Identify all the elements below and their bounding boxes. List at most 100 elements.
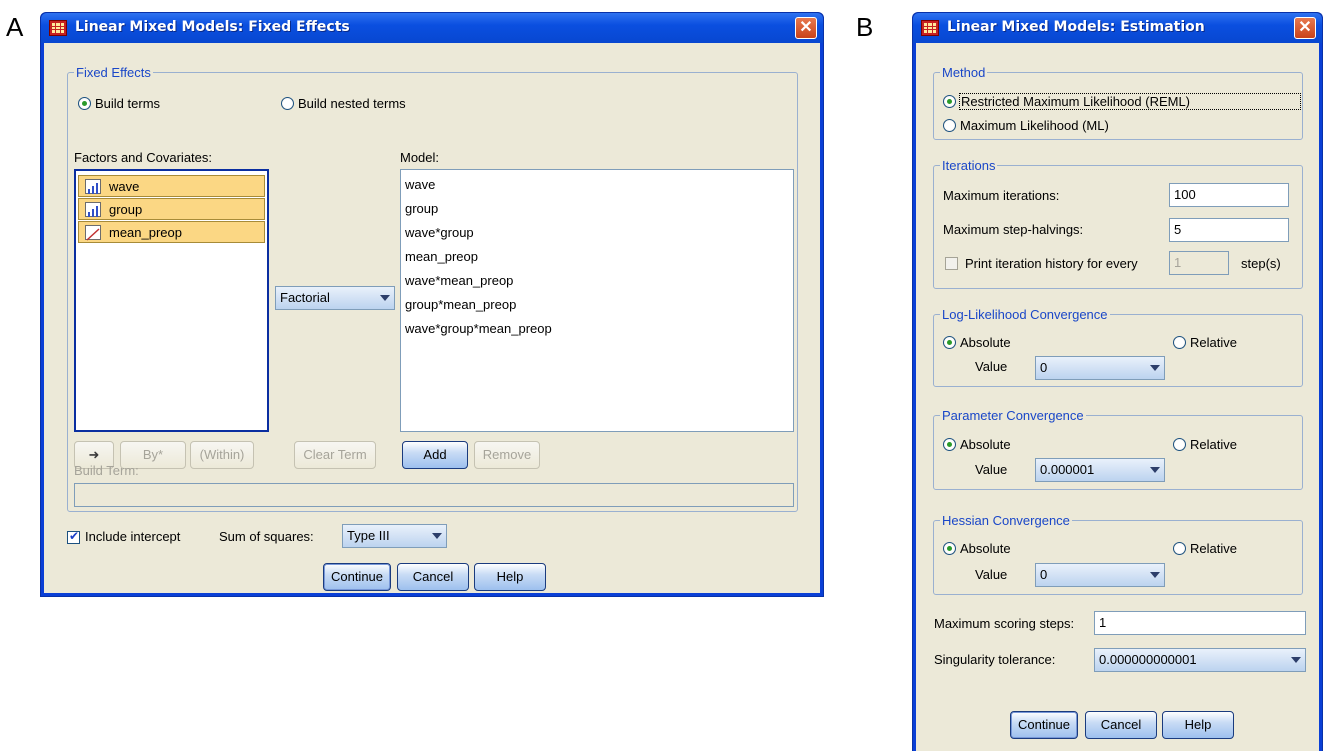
param-relative-label: Relative bbox=[1190, 437, 1237, 452]
hessian-absolute-radio[interactable] bbox=[943, 542, 956, 555]
steps-label: step(s) bbox=[1241, 256, 1281, 271]
chevron-down-icon bbox=[432, 533, 442, 539]
remove-button[interactable]: Remove bbox=[474, 441, 540, 469]
loglik-value: 0 bbox=[1040, 360, 1048, 375]
estimation-titlebar[interactable]: Linear Mixed Models: Estimation ✕ bbox=[913, 13, 1322, 43]
loglik-relative-radio[interactable] bbox=[1173, 336, 1186, 349]
param-value-combo[interactable]: 0.000001 bbox=[1035, 458, 1165, 482]
param-absolute-radio[interactable] bbox=[943, 438, 956, 451]
list-item[interactable]: mean_preop bbox=[405, 249, 478, 265]
list-item[interactable]: wave bbox=[405, 177, 435, 193]
chevron-down-icon bbox=[1150, 365, 1160, 371]
close-button[interactable]: ✕ bbox=[795, 17, 817, 39]
singularity-tolerance-combo[interactable]: 0.000000000001 bbox=[1094, 648, 1306, 672]
singularity-tolerance-value: 0.000000000001 bbox=[1099, 652, 1197, 667]
max-scoring-steps-label: Maximum scoring steps: bbox=[934, 616, 1075, 631]
hessian-absolute-label: Absolute bbox=[960, 541, 1011, 556]
chevron-down-icon bbox=[1150, 467, 1160, 473]
panel-label-b: B bbox=[856, 12, 874, 42]
ordinal-variable-icon bbox=[85, 202, 101, 217]
loglik-value-combo[interactable]: 0 bbox=[1035, 356, 1165, 380]
iterations-legend: Iterations bbox=[940, 158, 998, 173]
close-icon: ✕ bbox=[799, 19, 813, 36]
param-relative-radio[interactable] bbox=[1173, 438, 1186, 451]
ml-radio[interactable] bbox=[943, 119, 956, 132]
model-list[interactable]: wave group wave*group mean_preop wave*me… bbox=[400, 169, 794, 432]
loglik-legend: Log-Likelihood Convergence bbox=[940, 307, 1110, 322]
close-button[interactable]: ✕ bbox=[1294, 17, 1316, 39]
loglik-relative-label: Relative bbox=[1190, 335, 1237, 350]
fixed-effects-dialog: Linear Mixed Models: Fixed Effects ✕ Fix… bbox=[40, 12, 824, 597]
list-item[interactable]: wave*mean_preop bbox=[405, 273, 513, 289]
chevron-down-icon bbox=[1150, 572, 1160, 578]
clear-term-button[interactable]: Clear Term bbox=[294, 441, 376, 469]
chevron-down-icon bbox=[380, 295, 390, 301]
fixed-effects-titlebar[interactable]: Linear Mixed Models: Fixed Effects ✕ bbox=[41, 13, 823, 43]
window-title: Linear Mixed Models: Fixed Effects bbox=[75, 19, 350, 35]
help-button[interactable]: Help bbox=[1162, 711, 1234, 739]
spss-app-icon bbox=[921, 20, 939, 36]
scale-variable-icon bbox=[85, 225, 101, 241]
chevron-down-icon bbox=[1291, 657, 1301, 663]
print-history-checkbox[interactable] bbox=[945, 257, 958, 270]
list-item[interactable]: wave*group bbox=[405, 225, 474, 241]
close-icon: ✕ bbox=[1298, 19, 1312, 36]
param-value-label: Value bbox=[975, 462, 1008, 477]
continue-button[interactable]: Continue bbox=[323, 563, 391, 591]
add-button[interactable]: Add bbox=[402, 441, 468, 469]
max-scoring-steps-input[interactable]: 1 bbox=[1094, 611, 1306, 635]
ml-label: Maximum Likelihood (ML) bbox=[960, 118, 1109, 133]
sum-of-squares-label: Sum of squares: bbox=[219, 529, 314, 544]
build-term-input[interactable] bbox=[74, 483, 794, 507]
ordinal-variable-icon bbox=[85, 179, 101, 194]
reml-radio[interactable] bbox=[943, 95, 956, 108]
include-intercept-checkbox[interactable] bbox=[67, 529, 80, 544]
factorial-combo-value: Factorial bbox=[280, 290, 330, 305]
param-value: 0.000001 bbox=[1040, 462, 1095, 477]
max-step-halvings-label: Maximum step-halvings: bbox=[943, 222, 1084, 237]
sum-of-squares-value: Type III bbox=[347, 528, 390, 543]
factors-covariates-list[interactable]: wave group mean_preop bbox=[74, 169, 269, 432]
sum-of-squares-combo[interactable]: Type III bbox=[342, 524, 447, 548]
hessian-relative-label: Relative bbox=[1190, 541, 1237, 556]
reml-label: Restricted Maximum Likelihood (REML) bbox=[959, 93, 1301, 110]
loglik-absolute-label: Absolute bbox=[960, 335, 1011, 350]
hessian-legend: Hessian Convergence bbox=[940, 513, 1072, 528]
arrow-down-icon: ➜ bbox=[88, 447, 100, 462]
hessian-value: 0 bbox=[1040, 567, 1048, 582]
build-nested-terms-radio[interactable] bbox=[281, 97, 294, 110]
loglik-absolute-radio[interactable] bbox=[943, 336, 956, 349]
model-label: Model: bbox=[400, 150, 440, 165]
list-item[interactable]: wave*group*mean_preop bbox=[405, 321, 552, 337]
list-item[interactable]: mean_preop bbox=[78, 221, 265, 243]
dialog-body: Method Restricted Maximum Likelihood (RE… bbox=[916, 43, 1319, 751]
continue-button[interactable]: Continue bbox=[1010, 711, 1078, 739]
hessian-relative-radio[interactable] bbox=[1173, 542, 1186, 555]
factorial-combo[interactable]: Factorial bbox=[275, 286, 395, 310]
panel-label-a: A bbox=[6, 12, 24, 42]
singularity-tolerance-label: Singularity tolerance: bbox=[934, 652, 1056, 667]
build-terms-label: Build terms bbox=[95, 96, 161, 111]
estimation-dialog: Linear Mixed Models: Estimation ✕ Method… bbox=[912, 12, 1323, 751]
list-item[interactable]: group bbox=[78, 198, 265, 220]
parameter-legend: Parameter Convergence bbox=[940, 408, 1086, 423]
hessian-value-combo[interactable]: 0 bbox=[1035, 563, 1165, 587]
max-step-halvings-input[interactable]: 5 bbox=[1169, 218, 1289, 242]
build-term-label: Build Term: bbox=[74, 463, 139, 478]
build-terms-radio[interactable] bbox=[78, 97, 91, 110]
list-item[interactable]: wave bbox=[78, 175, 265, 197]
list-item[interactable]: group*mean_preop bbox=[405, 297, 516, 313]
print-history-label: Print iteration history for every bbox=[965, 256, 1138, 271]
cancel-button[interactable]: Cancel bbox=[1085, 711, 1157, 739]
include-intercept-label: Include intercept bbox=[85, 529, 181, 544]
param-absolute-label: Absolute bbox=[960, 437, 1011, 452]
within-button[interactable]: (Within) bbox=[190, 441, 254, 469]
cancel-button[interactable]: Cancel bbox=[397, 563, 469, 591]
max-iterations-input[interactable]: 100 bbox=[1169, 183, 1289, 207]
list-item[interactable]: group bbox=[405, 201, 438, 217]
spss-app-icon bbox=[49, 20, 67, 36]
method-legend: Method bbox=[940, 65, 988, 80]
help-button[interactable]: Help bbox=[474, 563, 546, 591]
loglik-value-label: Value bbox=[975, 359, 1008, 374]
print-history-steps-input[interactable]: 1 bbox=[1169, 251, 1229, 275]
